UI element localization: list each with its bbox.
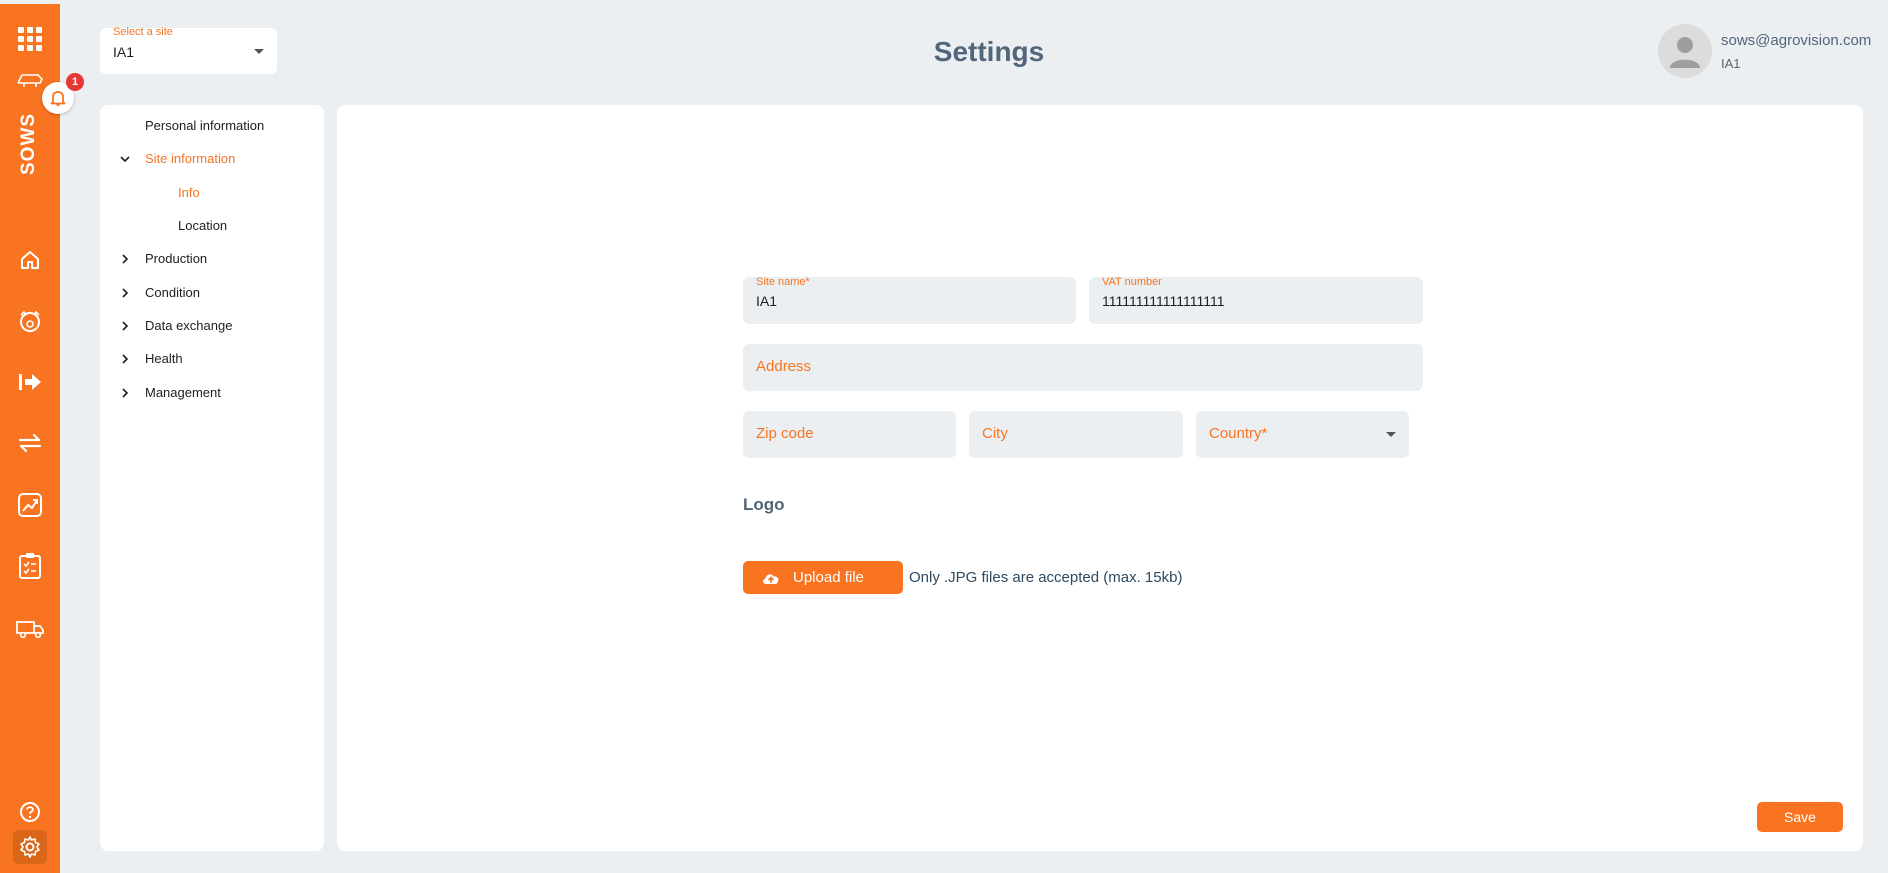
country-placeholder: Country*: [1209, 425, 1268, 442]
tree-item-personal-information[interactable]: Personal information: [145, 118, 264, 133]
vat-number-field[interactable]: VAT number 111111111111111111: [1089, 276, 1423, 324]
pig-icon[interactable]: [0, 304, 60, 338]
chevron-right-icon[interactable]: [119, 387, 131, 399]
cloud-upload-icon: [763, 573, 779, 584]
upload-hint: Only .JPG files are accepted (max. 15kb): [909, 569, 1183, 586]
left-rail: SOWS: [0, 4, 60, 873]
notification-badge: 1: [66, 73, 84, 91]
vat-number-value: 111111111111111111: [1102, 293, 1225, 309]
truck-icon[interactable]: [0, 612, 60, 646]
transfer-icon[interactable]: [0, 426, 60, 460]
chevron-down-icon[interactable]: [119, 153, 131, 165]
bell-icon: [50, 91, 66, 106]
chevron-right-icon[interactable]: [119, 253, 131, 265]
tree-item-health[interactable]: Health: [145, 351, 183, 366]
site-name-field[interactable]: Site name* IA1: [743, 276, 1076, 324]
city-placeholder: City: [982, 425, 1008, 442]
tree-item-info[interactable]: Info: [178, 185, 200, 200]
zip-code-field[interactable]: Zip code: [743, 411, 956, 458]
site-name-label: Site name*: [756, 276, 810, 288]
tree-item-location[interactable]: Location: [178, 218, 227, 233]
chevron-right-icon[interactable]: [119, 287, 131, 299]
zip-code-placeholder: Zip code: [756, 425, 814, 442]
city-field[interactable]: City: [969, 411, 1183, 458]
site-name-value: IA1: [756, 293, 778, 309]
logo-label: Logo: [743, 495, 785, 514]
settings-tree: Personal information Site information In…: [100, 105, 324, 851]
chart-icon[interactable]: [0, 488, 60, 522]
help-icon[interactable]: [0, 795, 60, 829]
page-title: Settings: [933, 36, 1045, 67]
avatar: [1658, 24, 1712, 78]
vat-number-label: VAT number: [1102, 276, 1162, 288]
home-icon[interactable]: [0, 243, 60, 277]
user-site: IA1: [1721, 56, 1741, 71]
chevron-right-icon[interactable]: [119, 320, 131, 332]
user-profile[interactable]: sows@agrovision.com IA1: [1658, 24, 1878, 80]
tree-item-production[interactable]: Production: [145, 251, 207, 266]
tree-item-site-information[interactable]: Site information: [145, 151, 235, 166]
address-field[interactable]: Address: [743, 344, 1423, 391]
chevron-right-icon[interactable]: [119, 353, 131, 365]
tree-item-condition[interactable]: Condition: [145, 285, 200, 300]
upload-file-label: Upload file: [793, 569, 864, 586]
tree-item-data-exchange[interactable]: Data exchange: [145, 318, 232, 333]
exit-icon[interactable]: [0, 365, 60, 399]
chevron-down-icon: [1386, 432, 1396, 437]
clipboard-icon[interactable]: [0, 549, 60, 583]
upload-file-button[interactable]: Upload file: [743, 561, 903, 594]
tree-item-management[interactable]: Management: [145, 385, 221, 400]
main-card: [337, 105, 1863, 851]
country-select[interactable]: Country*: [1196, 411, 1409, 458]
save-button[interactable]: Save: [1757, 802, 1843, 832]
gear-icon[interactable]: [0, 830, 60, 864]
brand-wordmark: SOWS: [18, 112, 39, 176]
user-email: sows@agrovision.com: [1721, 32, 1872, 49]
address-placeholder: Address: [756, 358, 812, 375]
